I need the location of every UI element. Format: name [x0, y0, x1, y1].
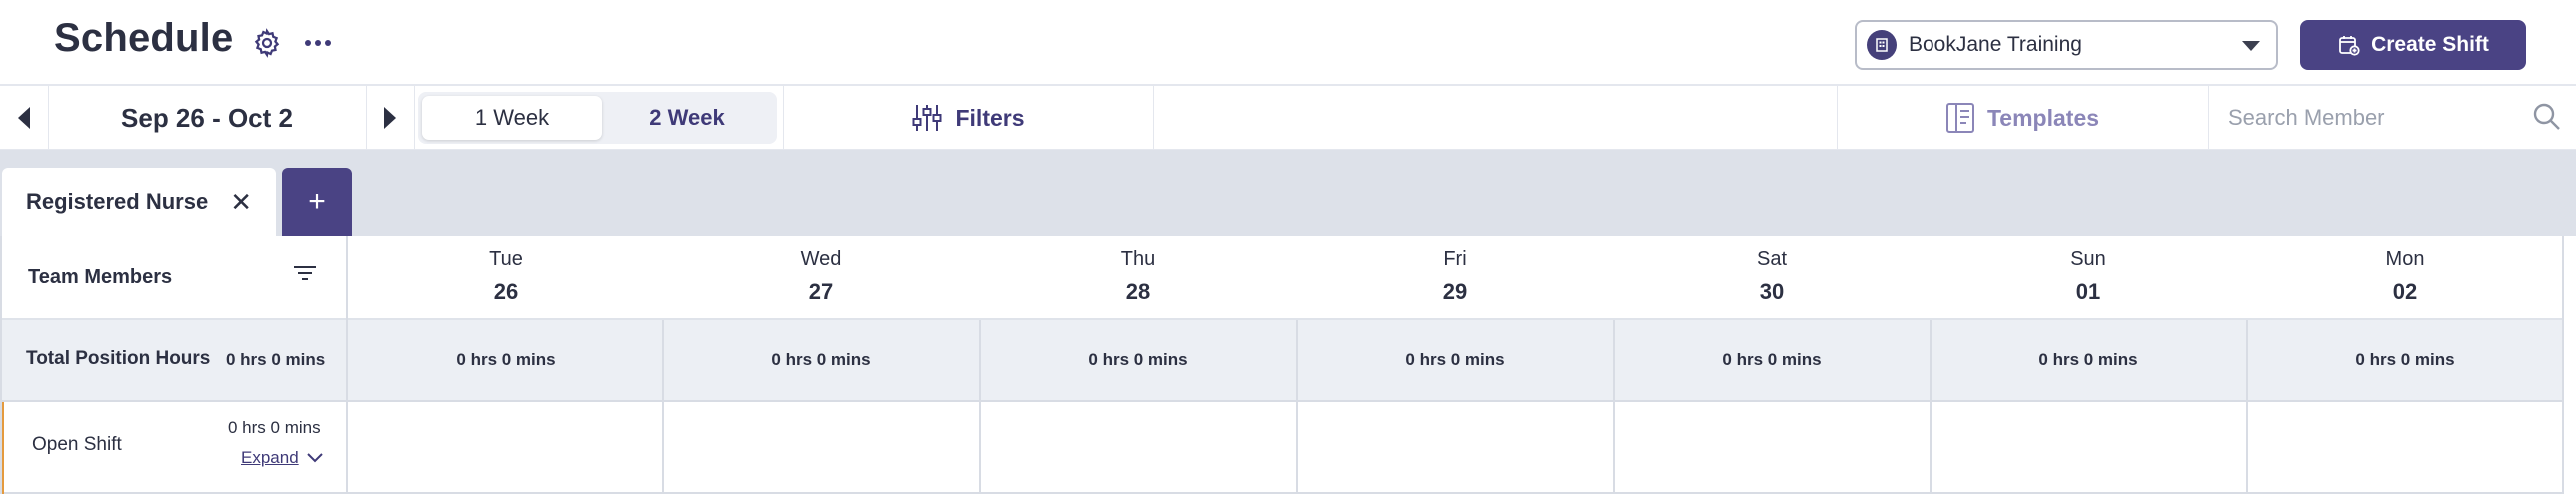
- day-name: Sat: [1756, 248, 1788, 270]
- day-cell[interactable]: [348, 402, 663, 492]
- templates-icon: [1945, 103, 1974, 133]
- tab-registered-nurse[interactable]: Registered Nurse ✕: [2, 168, 276, 236]
- page-title: Schedule: [54, 16, 234, 60]
- day-name: Mon: [2385, 248, 2425, 270]
- building-icon: [1867, 30, 1897, 60]
- day-date: 27: [808, 279, 834, 304]
- total-position-hours-label: Total Position Hours: [26, 348, 211, 369]
- expand-open-shift-button[interactable]: Expand: [241, 448, 323, 468]
- day-header: Tue 26: [348, 248, 663, 305]
- day-header-row: Team Members Tue 26 Wed 27 Thu 28 Fri 29 Sat…: [0, 236, 2564, 320]
- grid-line: [662, 320, 664, 494]
- next-week-button[interactable]: [366, 86, 414, 150]
- day-cell[interactable]: [1615, 402, 1931, 492]
- schedule-toolbar: Sep 26 - Oct 2 Filters Templates Search …: [0, 86, 2576, 150]
- grid-line: [0, 236, 2, 494]
- divider: [414, 86, 415, 150]
- daily-hours: 0 hrs 0 mins: [1088, 350, 1188, 369]
- divider: [2208, 86, 2209, 150]
- daily-hours: 0 hrs 0 mins: [2355, 350, 2455, 369]
- location-select-value: BookJane Training: [1909, 33, 2082, 56]
- caret-left-icon: [18, 107, 30, 129]
- day-date: 29: [1442, 279, 1468, 304]
- two-week-button[interactable]: 2 Week: [602, 96, 773, 140]
- search-member-input[interactable]: Search Member: [2210, 86, 2576, 150]
- more-options-icon[interactable]: [301, 26, 335, 60]
- day-cell[interactable]: [1298, 402, 1614, 492]
- chevron-down-icon: [306, 453, 323, 463]
- divider: [1153, 86, 1154, 150]
- day-date: 28: [1125, 279, 1151, 304]
- grid-line: [1930, 320, 1932, 494]
- grid-line: [1613, 320, 1615, 494]
- settings-gear-icon[interactable]: [250, 26, 284, 60]
- filters-button[interactable]: Filters: [783, 86, 1153, 150]
- day-name: Sun: [2070, 248, 2106, 270]
- app-header: Schedule BookJane Training Create Shift: [0, 0, 2576, 86]
- grid-line: [2562, 236, 2564, 494]
- previous-week-button[interactable]: [0, 86, 48, 150]
- day-header: Mon 02: [2247, 248, 2563, 305]
- daily-hours: 0 hrs 0 mins: [771, 350, 871, 369]
- templates-button[interactable]: Templates: [1837, 86, 2208, 150]
- filter-sliders-icon: [912, 105, 942, 131]
- day-header: Wed 27: [663, 248, 979, 305]
- add-tab-button[interactable]: +: [282, 168, 352, 236]
- daily-hours: 0 hrs 0 mins: [1405, 350, 1505, 369]
- create-shift-button[interactable]: Create Shift: [2300, 20, 2526, 70]
- grid-line: [979, 320, 981, 494]
- team-members-label: Team Members: [28, 266, 173, 288]
- day-header: Sun 01: [1931, 248, 2246, 305]
- day-name: Thu: [1120, 248, 1156, 270]
- daily-hours: 0 hrs 0 mins: [456, 350, 556, 369]
- day-date: 01: [2075, 279, 2101, 304]
- day-cell[interactable]: [1932, 402, 2247, 492]
- day-date: 30: [1759, 279, 1785, 304]
- chevron-down-icon: [2242, 41, 2260, 51]
- caret-right-icon: [384, 107, 396, 129]
- day-name: Wed: [800, 248, 842, 270]
- week-view-toggle: 1 Week 2 Week: [418, 92, 777, 144]
- sort-icon[interactable]: [292, 262, 318, 291]
- day-header: Fri 29: [1297, 248, 1613, 305]
- day-header: Thu 28: [980, 248, 1296, 305]
- search-member-placeholder: Search Member: [2228, 105, 2385, 130]
- day-cell[interactable]: [981, 402, 1297, 492]
- create-shift-label: Create Shift: [2371, 33, 2489, 56]
- calendar-add-icon: [2339, 36, 2360, 56]
- day-name: Tue: [489, 248, 523, 270]
- grid-line: [346, 236, 348, 494]
- filters-label: Filters: [955, 104, 1025, 131]
- grid-line: [2246, 320, 2248, 494]
- close-icon[interactable]: ✕: [230, 187, 252, 218]
- total-position-hours-value: 0 hrs 0 mins: [226, 350, 326, 369]
- date-range-label: Sep 26 - Oct 2: [121, 102, 293, 133]
- total-position-hours-row: Total Position Hours 0 hrs 0 mins 0 hrs …: [0, 320, 2564, 402]
- day-header: Sat 30: [1614, 248, 1930, 305]
- location-select[interactable]: BookJane Training: [1855, 20, 2278, 70]
- daily-hours: 0 hrs 0 mins: [2038, 350, 2138, 369]
- open-shift-hours: 0 hrs 0 mins: [228, 418, 321, 437]
- open-shift-row: Open Shift 0 hrs 0 mins Expand: [0, 402, 2564, 494]
- daily-hours: 0 hrs 0 mins: [1722, 350, 1822, 369]
- day-cell[interactable]: [2248, 402, 2564, 492]
- day-cell[interactable]: [664, 402, 980, 492]
- search-icon[interactable]: [2532, 102, 2562, 132]
- day-date: 02: [2392, 279, 2418, 304]
- one-week-button[interactable]: 1 Week: [422, 96, 602, 140]
- date-range-display[interactable]: Sep 26 - Oct 2: [48, 86, 366, 150]
- day-date: 26: [493, 279, 519, 304]
- tab-label: Registered Nurse: [26, 189, 209, 214]
- expand-label: Expand: [241, 448, 299, 467]
- grid-line: [1296, 320, 1298, 494]
- day-name: Fri: [1443, 248, 1467, 270]
- templates-label: Templates: [1986, 104, 2100, 131]
- position-tab-strip: Registered Nurse ✕ +: [0, 150, 2576, 236]
- open-shift-label: Open Shift: [32, 434, 122, 455]
